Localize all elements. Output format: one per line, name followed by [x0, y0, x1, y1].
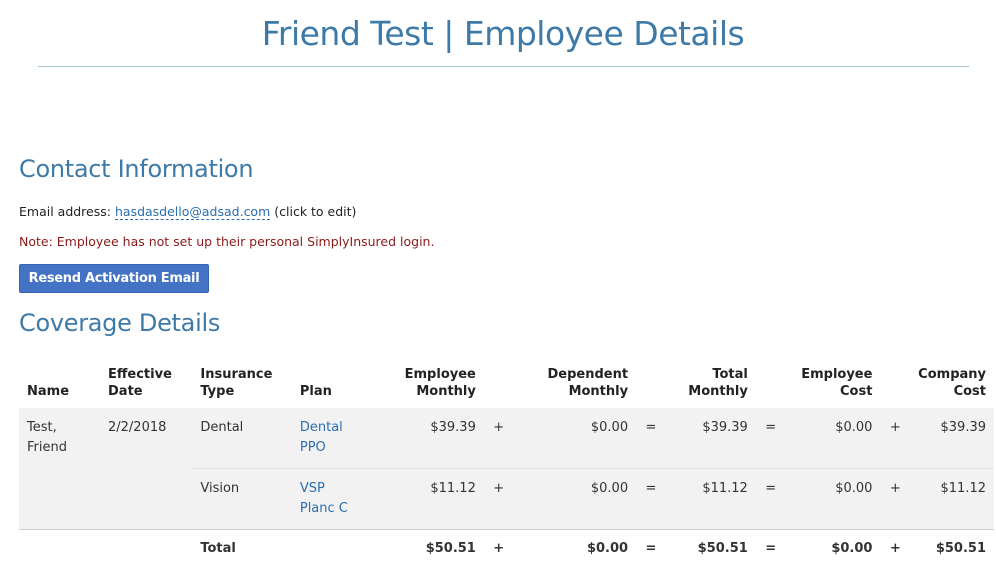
col-header-name: Name	[27, 384, 70, 399]
plus-operator: +	[483, 408, 514, 469]
coverage-table: Name Effective Date Insurance Type Plan Em…	[19, 360, 994, 568]
plan-link-text: Dental PPO	[299, 420, 343, 455]
col-header-effective-date: Effective Date	[108, 367, 172, 399]
employee-monthly: $11.12	[383, 468, 484, 530]
equals-operator: =	[755, 408, 786, 469]
insurance-type: Vision	[192, 468, 292, 530]
company-cost: $39.39	[910, 408, 994, 469]
dependent-monthly: $0.00	[513, 468, 637, 530]
col-header-company-cost: Company Cost	[918, 367, 986, 399]
email-edit-link[interactable]: hasdasdello@adsad.com	[114, 204, 271, 220]
email-label: Email address:	[19, 204, 111, 219]
equals-operator: =	[645, 541, 657, 556]
plan-link[interactable]: Dental PPO	[291, 408, 384, 469]
contact-information-heading: Contact Information	[19, 155, 254, 183]
equals-operator: =	[636, 408, 666, 469]
equals-operator: =	[765, 541, 777, 556]
email-edit-hint: (click to edit)	[274, 204, 357, 219]
employee-cost: $0.00	[785, 468, 881, 530]
total-monthly: $11.12	[665, 468, 756, 530]
col-header-employee-cost: Employee Cost	[801, 367, 873, 399]
plan-link[interactable]: VSP Planc C	[291, 468, 384, 530]
employee-name: Test, Friend	[19, 408, 100, 530]
employee-cost: $0.00	[785, 408, 881, 469]
total-total-monthly: $50.51	[697, 541, 748, 556]
plus-operator: +	[880, 408, 911, 469]
resend-activation-email-button[interactable]: Resend Activation Email	[19, 264, 209, 293]
col-header-employee-monthly: Employee Monthly	[404, 367, 476, 399]
total-row: Total $50.51 + $0.00 = $50.51 = $0.00 + …	[19, 530, 994, 569]
email-line: Email address: hasdasdello@adsad.com (cl…	[19, 204, 357, 220]
company-cost: $11.12	[910, 468, 994, 530]
total-monthly: $39.39	[665, 408, 756, 469]
total-label: Total	[200, 541, 236, 556]
title-divider	[38, 66, 969, 67]
plus-operator: +	[889, 541, 901, 556]
effective-date: 2/2/2018	[100, 408, 193, 530]
page-title: Friend Test | Employee Details	[261, 14, 745, 53]
plus-operator: +	[483, 468, 514, 530]
login-setup-note: Note: Employee has not set up their pers…	[19, 234, 435, 249]
plus-operator: +	[880, 468, 911, 530]
equals-operator: =	[636, 468, 666, 530]
equals-operator: =	[755, 468, 786, 530]
plan-link-text: VSP Planc C	[299, 481, 348, 516]
employee-monthly: $39.39	[383, 408, 484, 469]
total-employee-cost: $0.00	[831, 541, 873, 556]
total-dependent-monthly: $0.00	[586, 541, 629, 556]
insurance-type: Dental	[192, 408, 292, 469]
total-company-cost: $50.51	[935, 541, 986, 556]
col-header-insurance-type: Insurance Type	[200, 367, 273, 399]
col-header-dependent-monthly: Dependent Monthly	[547, 367, 629, 399]
table-row: Test, Friend 2/2/2018 Dental Dental PPO $3…	[19, 408, 994, 530]
col-header-plan: Plan	[299, 384, 332, 399]
coverage-header-row: Name Effective Date Insurance Type Plan Em…	[19, 360, 994, 408]
total-employee-monthly: $50.51	[425, 541, 476, 556]
col-header-total-monthly: Total Monthly	[688, 367, 748, 399]
coverage-details-heading: Coverage Details	[19, 309, 221, 337]
plus-operator: +	[493, 541, 505, 556]
dependent-monthly: $0.00	[513, 408, 637, 469]
